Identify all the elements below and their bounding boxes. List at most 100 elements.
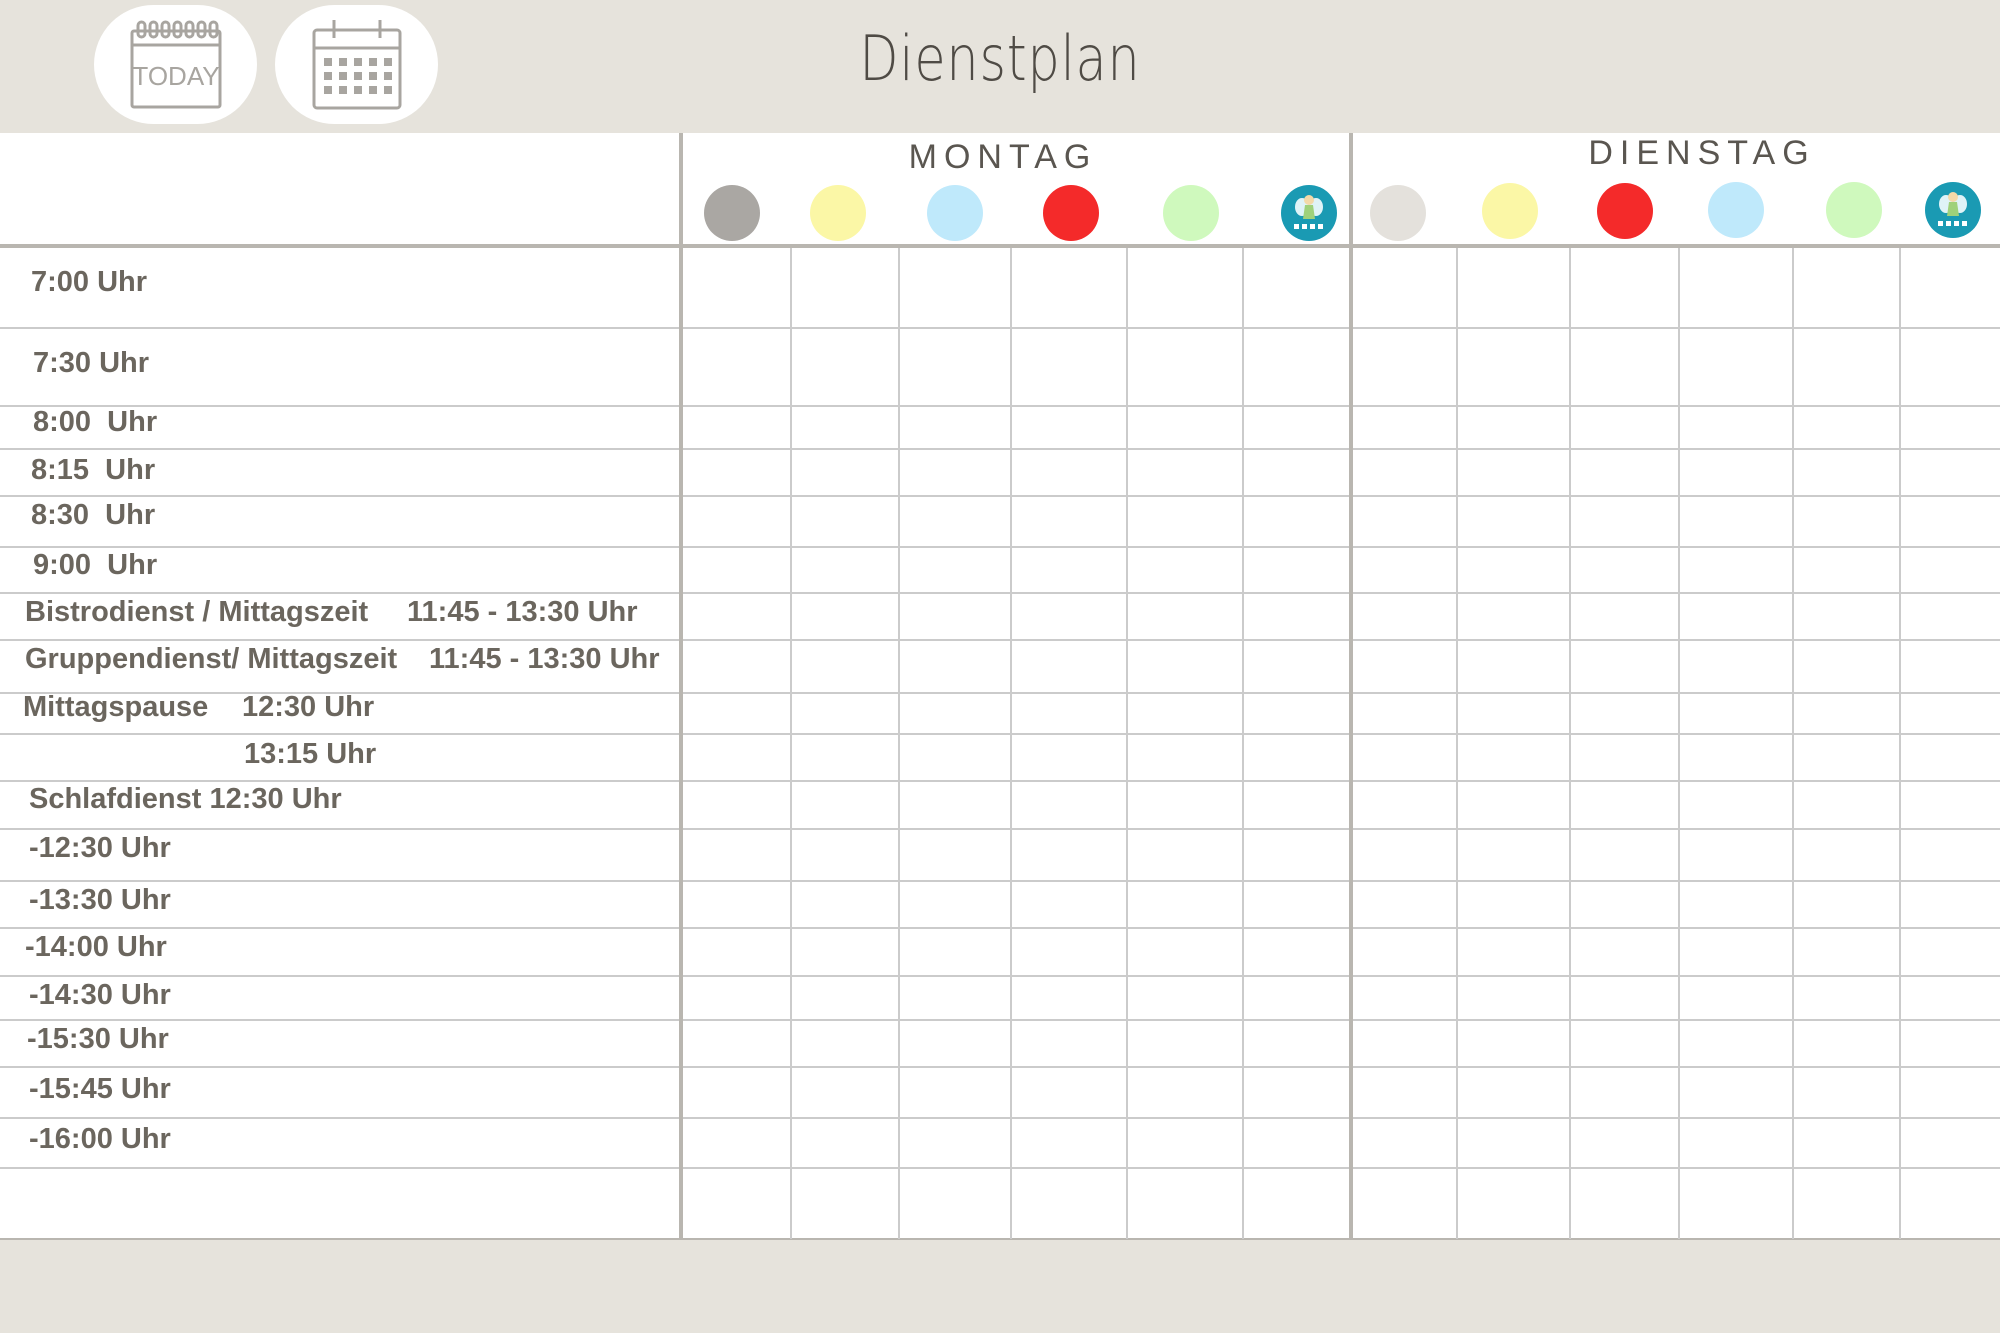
- schedule-cell[interactable]: [1901, 977, 1998, 1017]
- schedule-cell[interactable]: [1571, 641, 1676, 690]
- schedule-cell[interactable]: [1353, 977, 1454, 1017]
- schedule-cell[interactable]: [1901, 497, 1998, 544]
- schedule-cell[interactable]: [792, 548, 896, 590]
- schedule-cell[interactable]: [684, 782, 788, 826]
- schedule-cell[interactable]: [1794, 548, 1897, 590]
- schedule-cell[interactable]: [1012, 782, 1124, 826]
- schedule-cell[interactable]: [1012, 407, 1124, 446]
- schedule-cell[interactable]: [1571, 407, 1676, 446]
- schedule-cell[interactable]: [1128, 830, 1240, 878]
- schedule-cell[interactable]: [1128, 929, 1240, 973]
- schedule-cell[interactable]: [900, 497, 1008, 544]
- schedule-cell[interactable]: [1458, 594, 1567, 637]
- schedule-cell[interactable]: [1128, 249, 1240, 325]
- schedule-cell[interactable]: [1128, 1021, 1240, 1064]
- schedule-cell[interactable]: [1901, 407, 1998, 446]
- schedule-cell[interactable]: [1353, 1021, 1454, 1064]
- schedule-cell[interactable]: [1901, 249, 1998, 325]
- schedule-cell[interactable]: [1458, 1021, 1567, 1064]
- schedule-cell[interactable]: [900, 594, 1008, 637]
- schedule-cell[interactable]: [1794, 594, 1897, 637]
- schedule-cell[interactable]: [1012, 1119, 1124, 1165]
- schedule-cell[interactable]: [1244, 1068, 1349, 1115]
- schedule-cell[interactable]: [1012, 450, 1124, 493]
- schedule-cell[interactable]: [1458, 830, 1567, 878]
- schedule-cell[interactable]: [1794, 977, 1897, 1017]
- schedule-cell[interactable]: [1458, 249, 1567, 325]
- schedule-cell[interactable]: [900, 882, 1008, 925]
- schedule-cell[interactable]: [1012, 548, 1124, 590]
- fairy-badge-icon[interactable]: [1925, 182, 1981, 238]
- schedule-cell[interactable]: [1680, 1169, 1790, 1237]
- schedule-cell[interactable]: [1571, 782, 1676, 826]
- schedule-cell[interactable]: [900, 830, 1008, 878]
- schedule-cell[interactable]: [1244, 249, 1349, 325]
- schedule-cell[interactable]: [1794, 450, 1897, 493]
- schedule-cell[interactable]: [1571, 329, 1676, 403]
- schedule-cell[interactable]: [1128, 594, 1240, 637]
- schedule-cell[interactable]: [1680, 694, 1790, 731]
- schedule-cell[interactable]: [684, 249, 788, 325]
- schedule-cell[interactable]: [1012, 830, 1124, 878]
- schedule-cell[interactable]: [1458, 497, 1567, 544]
- schedule-cell[interactable]: [1128, 450, 1240, 493]
- schedule-cell[interactable]: [684, 1021, 788, 1064]
- schedule-cell[interactable]: [792, 594, 896, 637]
- schedule-cell[interactable]: [1244, 497, 1349, 544]
- schedule-cell[interactable]: [1244, 594, 1349, 637]
- schedule-cell[interactable]: [684, 694, 788, 731]
- schedule-cell[interactable]: [684, 329, 788, 403]
- schedule-cell[interactable]: [1458, 977, 1567, 1017]
- schedule-cell[interactable]: [792, 735, 896, 778]
- schedule-cell[interactable]: [1128, 329, 1240, 403]
- schedule-cell[interactable]: [1458, 929, 1567, 973]
- schedule-cell[interactable]: [900, 1169, 1008, 1237]
- schedule-cell[interactable]: [1901, 782, 1998, 826]
- schedule-cell[interactable]: [1458, 1068, 1567, 1115]
- schedule-cell[interactable]: [1794, 1021, 1897, 1064]
- schedule-cell[interactable]: [1680, 407, 1790, 446]
- schedule-cell[interactable]: [792, 497, 896, 544]
- schedule-cell[interactable]: [792, 1068, 896, 1115]
- schedule-cell[interactable]: [1680, 782, 1790, 826]
- schedule-cell[interactable]: [1353, 450, 1454, 493]
- red-dot-icon[interactable]: [1043, 185, 1099, 241]
- schedule-cell[interactable]: [684, 1169, 788, 1237]
- schedule-cell[interactable]: [792, 1119, 896, 1165]
- schedule-cell[interactable]: [1244, 735, 1349, 778]
- schedule-cell[interactable]: [1458, 1119, 1567, 1165]
- schedule-cell[interactable]: [1680, 1119, 1790, 1165]
- light-blue-dot-icon[interactable]: [1708, 182, 1764, 238]
- schedule-cell[interactable]: [1458, 548, 1567, 590]
- schedule-cell[interactable]: [1571, 1169, 1676, 1237]
- schedule-cell[interactable]: [1012, 641, 1124, 690]
- schedule-cell[interactable]: [900, 450, 1008, 493]
- schedule-cell[interactable]: [1353, 882, 1454, 925]
- schedule-cell[interactable]: [1680, 830, 1790, 878]
- schedule-cell[interactable]: [1571, 1021, 1676, 1064]
- schedule-cell[interactable]: [1353, 548, 1454, 590]
- schedule-cell[interactable]: [1794, 882, 1897, 925]
- schedule-cell[interactable]: [1128, 1119, 1240, 1165]
- schedule-cell[interactable]: [1571, 249, 1676, 325]
- schedule-cell[interactable]: [1012, 1169, 1124, 1237]
- schedule-cell[interactable]: [792, 882, 896, 925]
- schedule-cell[interactable]: [1012, 1068, 1124, 1115]
- schedule-cell[interactable]: [900, 249, 1008, 325]
- schedule-cell[interactable]: [1794, 929, 1897, 973]
- schedule-cell[interactable]: [792, 694, 896, 731]
- schedule-cell[interactable]: [1901, 548, 1998, 590]
- schedule-cell[interactable]: [1128, 1068, 1240, 1115]
- schedule-cell[interactable]: [1458, 450, 1567, 493]
- schedule-cell[interactable]: [1794, 407, 1897, 446]
- gray-dot-icon[interactable]: [704, 185, 760, 241]
- light-green-dot-icon[interactable]: [1826, 182, 1882, 238]
- schedule-cell[interactable]: [1680, 450, 1790, 493]
- schedule-cell[interactable]: [1794, 830, 1897, 878]
- schedule-cell[interactable]: [1571, 882, 1676, 925]
- schedule-cell[interactable]: [1128, 694, 1240, 731]
- schedule-cell[interactable]: [792, 1021, 896, 1064]
- schedule-cell[interactable]: [900, 977, 1008, 1017]
- schedule-cell[interactable]: [1794, 497, 1897, 544]
- schedule-cell[interactable]: [1244, 450, 1349, 493]
